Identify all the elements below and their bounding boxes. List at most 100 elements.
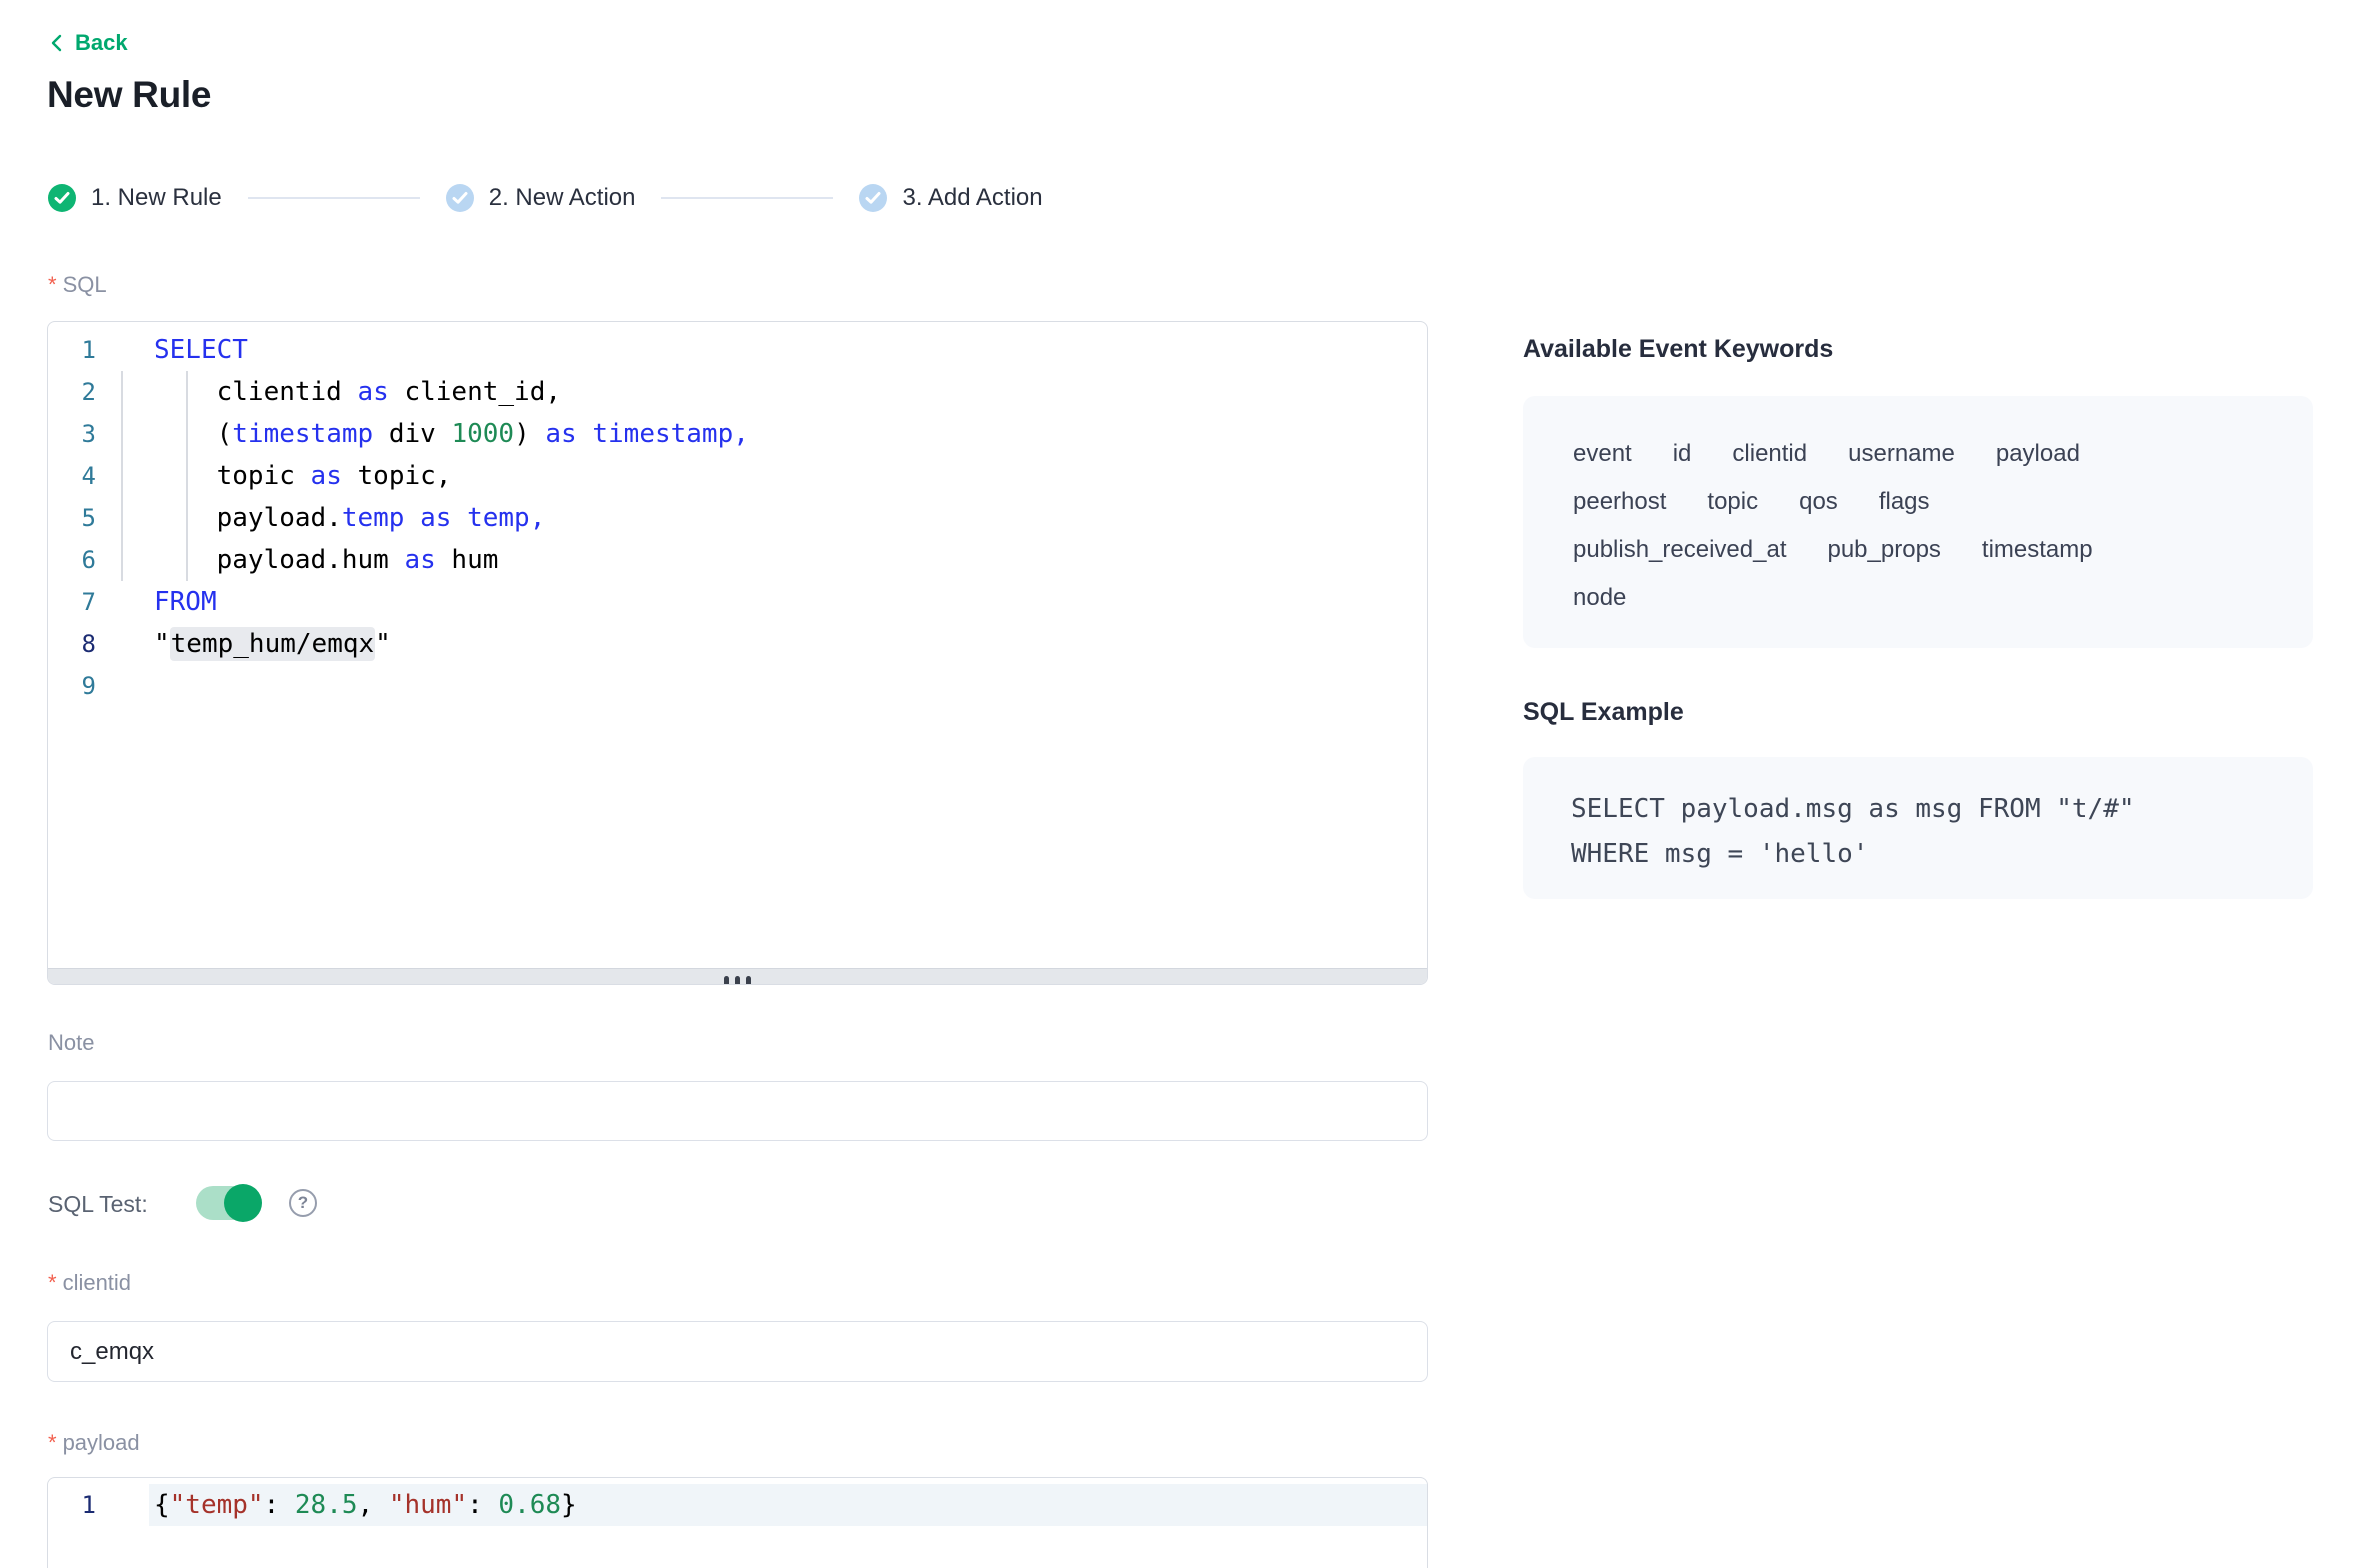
- code-line: 1 SELECT: [48, 329, 1427, 371]
- clientid-input-value: c_emqx: [70, 1338, 154, 1366]
- code-token: div: [373, 419, 451, 449]
- back-link[interactable]: Back: [48, 30, 128, 56]
- code-token: temp: [342, 503, 405, 533]
- payload-editor[interactable]: 1{"temp": 28.5, "hum": 0.68}: [47, 1477, 1428, 1568]
- keyword-row: publish_received_atpub_propstimestamp: [1573, 526, 2273, 574]
- event-keyword: timestamp: [1982, 526, 2093, 574]
- clientid-input[interactable]: c_emqx: [47, 1321, 1428, 1382]
- code-line: 8 "temp_hum/emqx": [48, 623, 1427, 665]
- event-keyword: publish_received_at: [1573, 526, 1786, 574]
- keywords-panel-title: Available Event Keywords: [1523, 335, 1833, 364]
- code-token: }: [561, 1490, 577, 1520]
- code-token: [577, 419, 593, 449]
- keyword-row: node: [1573, 574, 2273, 622]
- code-token: topic,: [342, 461, 452, 491]
- event-keyword: id: [1673, 430, 1692, 478]
- code-line: 3 (timestamp div 1000) as timestamp,: [48, 413, 1427, 455]
- code-token: clientid: [154, 377, 358, 407]
- code-token: (: [154, 419, 232, 449]
- code-line: 1{"temp": 28.5, "hum": 0.68}: [48, 1484, 1427, 1526]
- code-token: 28.5: [295, 1490, 358, 1520]
- line-number: 3: [48, 413, 96, 455]
- code-token: "temp": [170, 1490, 264, 1520]
- code-token: as: [311, 461, 342, 491]
- code-token: hum: [436, 545, 499, 575]
- event-keyword: node: [1573, 574, 1626, 622]
- code-token: "hum": [389, 1490, 467, 1520]
- code-token: payload.: [154, 503, 342, 533]
- toggle-knob: [224, 1184, 262, 1222]
- sql-example-line: SELECT payload.msg as msg FROM "t/#": [1571, 787, 2313, 832]
- code-line-content: {"temp": 28.5, "hum": 0.68}: [149, 1484, 1427, 1526]
- step-pending-check-icon: [859, 184, 887, 212]
- step-new-action[interactable]: 2. New Action: [446, 184, 636, 212]
- code-token: as: [358, 377, 389, 407]
- code-token: as: [404, 545, 435, 575]
- step-add-action[interactable]: 3. Add Action: [859, 184, 1042, 212]
- sql-code-area[interactable]: 1SELECT2 clientid as client_id,3 (timest…: [48, 322, 1427, 968]
- code-token: FROM: [154, 587, 217, 617]
- sql-example-line: WHERE msg = 'hello': [1571, 832, 2313, 877]
- code-token: :: [467, 1490, 498, 1520]
- code-line-content: payload.hum as hum: [154, 539, 498, 581]
- code-token: SELECT: [154, 335, 248, 365]
- code-token: ": [154, 629, 170, 659]
- note-field-label: Note: [48, 1030, 94, 1056]
- line-number: 5: [48, 497, 96, 539]
- line-number: 4: [48, 455, 96, 497]
- event-keyword: clientid: [1732, 430, 1807, 478]
- code-line: 9: [48, 665, 1427, 707]
- code-token: timestamp: [232, 419, 373, 449]
- editor-resize-handle[interactable]: [48, 968, 1427, 985]
- event-keywords-panel: eventidclientidusernamepayloadpeerhostto…: [1523, 396, 2313, 648]
- line-number: 7: [48, 581, 96, 623]
- event-keyword: topic: [1707, 478, 1758, 526]
- code-line-content: clientid as client_id,: [154, 371, 561, 413]
- payload-code-area[interactable]: 1{"temp": 28.5, "hum": 0.68}: [48, 1478, 1427, 1568]
- code-token: payload.hum: [154, 545, 404, 575]
- step-connector: [661, 197, 833, 199]
- back-label: Back: [75, 30, 128, 56]
- code-token: [404, 503, 420, 533]
- note-input[interactable]: [47, 1081, 1428, 1141]
- code-token: temp_hum/emqx: [170, 627, 376, 661]
- sql-example-panel: SELECT payload.msg as msg FROM "t/#"WHER…: [1523, 757, 2313, 899]
- code-token: as: [420, 503, 451, 533]
- line-number: 9: [48, 665, 96, 707]
- sql-editor[interactable]: 1SELECT2 clientid as client_id,3 (timest…: [47, 321, 1428, 985]
- event-keyword: payload: [1996, 430, 2080, 478]
- keyword-row: peerhosttopicqosflags: [1573, 478, 2273, 526]
- line-number: 1: [48, 329, 96, 371]
- code-token: ): [514, 419, 545, 449]
- code-token: 1000: [451, 419, 514, 449]
- help-icon[interactable]: ?: [289, 1189, 317, 1217]
- code-token: ": [375, 629, 391, 659]
- line-number: 2: [48, 371, 96, 413]
- code-line-content: "temp_hum/emqx": [154, 623, 391, 665]
- code-line-content: FROM: [154, 581, 217, 623]
- line-number: 8: [48, 623, 96, 665]
- code-token: timestamp,: [592, 419, 749, 449]
- drag-dot: [746, 976, 751, 986]
- step-complete-check-icon: [48, 184, 76, 212]
- sql-test-toggle[interactable]: [196, 1186, 260, 1220]
- step-label: 1. New Rule: [91, 184, 222, 212]
- code-line-content: payload.temp as temp,: [154, 497, 545, 539]
- step-label: 2. New Action: [489, 184, 636, 212]
- required-asterisk: *: [48, 1430, 57, 1455]
- indent-guide: [186, 371, 188, 581]
- stepper: 1. New Rule 2. New Action 3. Add Action: [48, 182, 1043, 214]
- required-asterisk: *: [48, 272, 57, 297]
- sql-field-label: *SQL: [48, 272, 107, 298]
- code-token: as: [545, 419, 576, 449]
- code-line-content: SELECT: [154, 329, 248, 371]
- code-line: 4 topic as topic,: [48, 455, 1427, 497]
- line-number: 6: [48, 539, 96, 581]
- payload-field-label: *payload: [48, 1430, 140, 1456]
- event-keyword: username: [1848, 430, 1955, 478]
- event-keyword: peerhost: [1573, 478, 1666, 526]
- code-line: 5 payload.temp as temp,: [48, 497, 1427, 539]
- step-new-rule[interactable]: 1. New Rule: [48, 184, 222, 212]
- event-keyword: flags: [1879, 478, 1930, 526]
- code-token: client_id,: [389, 377, 561, 407]
